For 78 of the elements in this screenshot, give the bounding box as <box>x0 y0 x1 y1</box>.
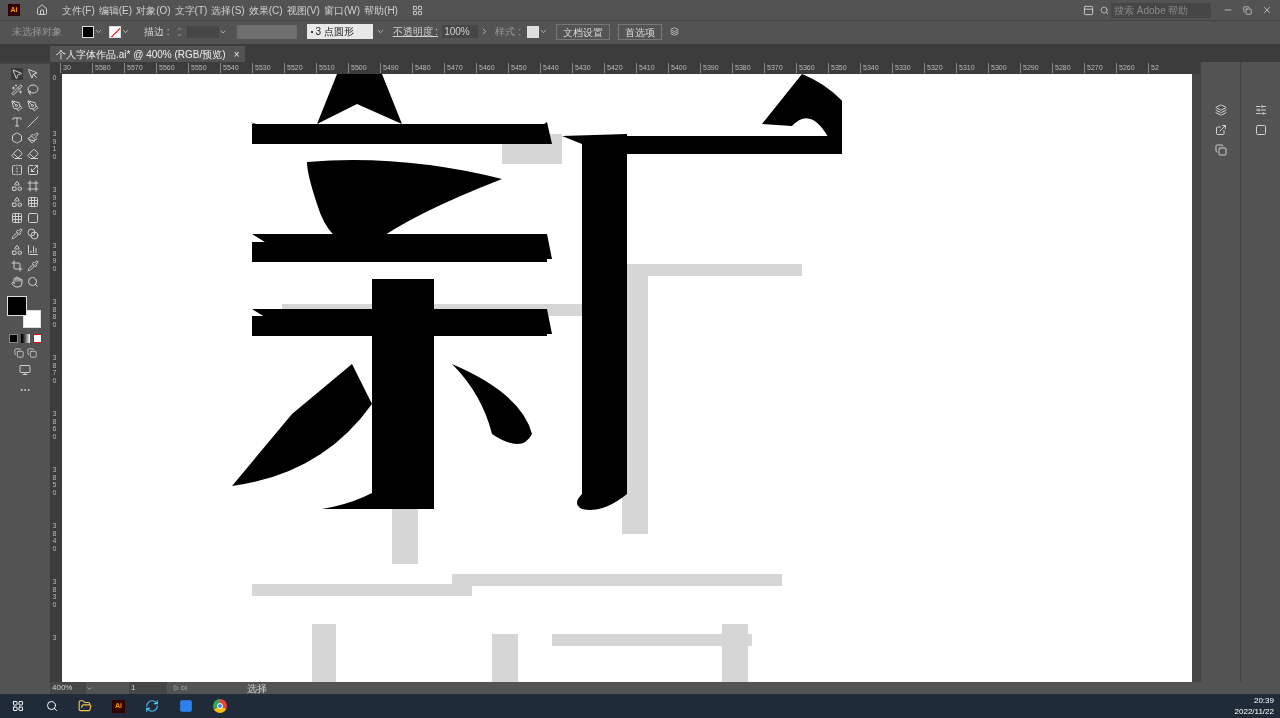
menu-item[interactable]: 编辑(E) <box>98 2 133 18</box>
shape-builder-icon[interactable] <box>11 196 23 208</box>
caret-icon[interactable] <box>94 27 103 36</box>
browser-taskbar-icon[interactable] <box>213 699 227 713</box>
file-explorer-icon[interactable] <box>78 699 92 713</box>
none-icon[interactable] <box>32 334 42 343</box>
artboard-field[interactable]: 1 <box>129 682 167 694</box>
brush-dropdown[interactable]: 3 点圆形 <box>306 24 373 39</box>
draw-mode-icon[interactable] <box>13 348 24 358</box>
reflect-tool-icon[interactable] <box>11 164 23 176</box>
color-icon[interactable] <box>8 334 18 343</box>
graph-tool-icon[interactable] <box>27 244 39 256</box>
eraser-icon[interactable] <box>27 148 39 160</box>
eyedropper-icon[interactable] <box>11 228 23 240</box>
menu-item[interactable]: 文字(T) <box>174 2 208 18</box>
selection-tool-icon[interactable] <box>11 68 23 80</box>
scale-tool-icon[interactable] <box>27 164 39 176</box>
stroke-swatch[interactable] <box>109 25 121 38</box>
properties-icon[interactable] <box>1254 104 1267 116</box>
export-icon[interactable] <box>1214 124 1227 136</box>
blend-tool-icon[interactable] <box>27 228 39 240</box>
scrollbar[interactable] <box>1192 74 1200 682</box>
style-label: 样式 : <box>495 25 521 39</box>
workspace-icon[interactable] <box>411 4 423 16</box>
style-swatch[interactable] <box>526 25 539 38</box>
zoom-field[interactable]: 400% <box>50 682 86 694</box>
restore-icon[interactable] <box>1243 5 1252 15</box>
gradient-icon[interactable] <box>20 334 30 343</box>
zoom-icon[interactable] <box>27 276 39 288</box>
menu-item[interactable]: 文件(F) <box>62 2 95 18</box>
current-tool-label: 选择 <box>247 681 267 696</box>
stroke-weight-field[interactable] <box>186 25 219 38</box>
app-taskbar-icon[interactable] <box>179 699 193 713</box>
close-tab-icon[interactable]: × <box>233 46 240 62</box>
menu-item[interactable]: 效果(C) <box>248 2 283 18</box>
layers-icon[interactable] <box>1214 104 1227 116</box>
stroke-color-swatch[interactable] <box>23 310 41 328</box>
fill-swatch[interactable] <box>82 25 94 38</box>
hand-tool-icon[interactable] <box>11 276 23 288</box>
caret-icon[interactable] <box>538 27 548 36</box>
line-tool-icon[interactable] <box>27 116 39 128</box>
home-icon[interactable] <box>36 4 48 16</box>
screen-mode-icon[interactable] <box>18 364 32 376</box>
artboards-icon[interactable] <box>1214 144 1227 156</box>
opacity-field[interactable]: 100% <box>442 25 479 38</box>
menu-item[interactable]: 窗口(W) <box>323 2 361 18</box>
magic-wand-icon[interactable] <box>11 84 23 96</box>
pen-tool-icon[interactable] <box>11 100 23 112</box>
clock-date[interactable]: 2022/11/22 <box>1234 706 1274 717</box>
selection-label: 未选择对象 <box>12 25 62 39</box>
windows-start-icon[interactable] <box>12 700 24 712</box>
search-icon[interactable] <box>46 700 58 712</box>
caret-icon[interactable] <box>375 27 385 36</box>
lasso-icon[interactable] <box>27 84 39 96</box>
stroke-label: 描边 : <box>144 25 170 39</box>
toolbar-button[interactable]: 首选项 <box>617 23 662 40</box>
curvature-pen-icon[interactable] <box>27 100 39 112</box>
close-icon[interactable] <box>1262 5 1272 15</box>
menu-item[interactable]: 帮助(H) <box>364 2 398 18</box>
menu-item[interactable]: 视图(V) <box>286 2 320 18</box>
paintbrush-icon[interactable] <box>27 132 39 144</box>
app-taskbar-icon[interactable] <box>145 699 159 713</box>
panel-icon[interactable] <box>1083 4 1094 16</box>
opacity-label[interactable]: 不透明度 : <box>392 24 439 39</box>
menu-item[interactable]: 选择(S) <box>211 2 245 18</box>
artboard-tool-icon[interactable] <box>11 260 23 272</box>
shape-tool-icon[interactable] <box>11 132 23 144</box>
caret-icon[interactable] <box>121 27 130 36</box>
fill-color-swatch[interactable] <box>7 296 27 316</box>
mesh-tool-icon[interactable] <box>11 212 23 224</box>
toolbar-button[interactable]: 文档设置 <box>555 23 610 40</box>
draw-inside-icon[interactable] <box>26 348 37 358</box>
type-tool-icon[interactable] <box>11 116 23 128</box>
menu-item[interactable]: 对象(O) <box>136 2 171 18</box>
clock-time[interactable]: 20:39 <box>1253 695 1274 706</box>
variable-width-field[interactable] <box>236 24 297 39</box>
document-tab[interactable]: 个人字体作品.ai* @ 400% (RGB/预览) × <box>50 46 246 62</box>
direct-selection-tool-icon[interactable] <box>27 68 39 80</box>
